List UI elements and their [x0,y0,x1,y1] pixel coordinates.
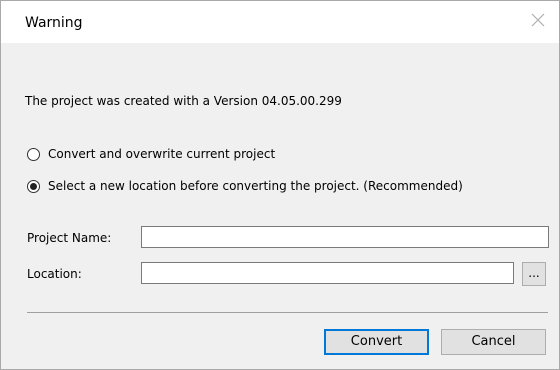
location-label: Location: [27,267,82,281]
version-message: The project was created with a Version 0… [25,94,342,108]
browse-button[interactable]: ... [522,262,546,286]
project-name-label: Project Name: [27,231,112,245]
title-bar: Warning [1,1,559,43]
convert-button[interactable]: Convert [324,329,429,355]
option-label: Select a new location before converting … [48,179,463,193]
project-name-input[interactable] [141,226,549,248]
cancel-button[interactable]: Cancel [441,329,546,355]
radio-convert-overwrite[interactable] [27,147,40,161]
close-icon[interactable] [529,11,547,29]
option-convert-overwrite[interactable]: Convert and overwrite current project [27,147,275,161]
separator [27,312,548,313]
location-input[interactable] [141,262,514,284]
option-new-location[interactable]: Select a new location before converting … [27,179,463,193]
option-label: Convert and overwrite current project [48,147,276,161]
radio-new-location[interactable] [27,179,40,193]
warning-dialog: Warning The project was created with a V… [0,0,560,370]
dialog-title: Warning [25,15,83,31]
